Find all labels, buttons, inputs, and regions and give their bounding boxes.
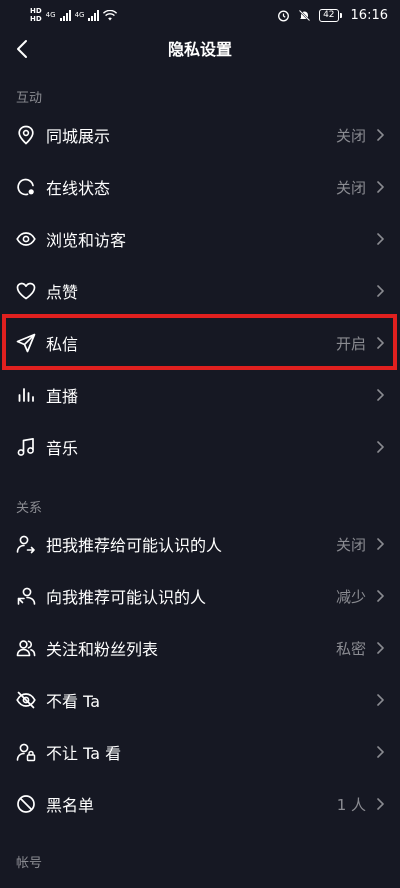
- setting-row-follow-fans-list[interactable]: 关注和粉丝列表 私密: [0, 622, 400, 674]
- setting-label: 同城展示: [46, 127, 111, 146]
- location-pin-icon: [16, 125, 36, 145]
- signal-icon: [59, 9, 71, 21]
- user-share-icon: [16, 534, 36, 554]
- setting-label: 直播: [46, 387, 79, 406]
- chevron-right-icon: [377, 642, 384, 654]
- setting-row-nearby[interactable]: 同城展示 关闭: [0, 109, 400, 161]
- page-title: 隐私设置: [167, 40, 232, 59]
- setting-row-browse-visitors[interactable]: 浏览和访客: [0, 213, 400, 265]
- setting-label: 黑名单: [46, 796, 95, 815]
- chevron-right-icon: [377, 337, 384, 349]
- chevron-right-icon: [377, 590, 384, 602]
- chevron-right-icon: [377, 285, 384, 297]
- network-type-2: 4G: [74, 11, 85, 19]
- setting-value: 关闭: [335, 126, 366, 145]
- signal-2-icon: [88, 9, 100, 21]
- chevron-right-icon: [377, 538, 384, 550]
- setting-row-music[interactable]: 音乐: [0, 421, 400, 473]
- setting-label: 向我推荐可能认识的人: [46, 588, 207, 607]
- setting-row-live[interactable]: 直播: [0, 369, 400, 421]
- user-recommend-icon: [16, 586, 36, 606]
- clock: 16:16: [350, 7, 388, 23]
- setting-row-hide-their-posts[interactable]: 不看 Ta: [0, 674, 400, 726]
- setting-label: 私信: [46, 335, 79, 354]
- setting-row-blacklist[interactable]: 黑名单 1 人: [0, 778, 400, 830]
- setting-row-likes[interactable]: 点赞: [0, 265, 400, 317]
- status-right: 42 16:16: [277, 8, 388, 23]
- mute-bell-icon: [298, 9, 311, 21]
- wifi-icon: [103, 9, 118, 20]
- send-icon: [16, 333, 36, 353]
- setting-label: 点赞: [46, 283, 79, 302]
- setting-row-hide-my-posts[interactable]: 不让 Ta 看: [0, 726, 400, 778]
- setting-value: 关闭: [335, 178, 366, 197]
- setting-value: 减少: [335, 587, 366, 606]
- music-note-icon: [16, 437, 36, 457]
- setting-label: 在线状态: [46, 179, 111, 198]
- section-header-account: 帐号: [16, 856, 43, 871]
- setting-row-messages[interactable]: 私信 开启: [0, 317, 400, 369]
- eye-off-icon: [16, 690, 36, 710]
- section-header-interaction: 互动: [16, 91, 43, 106]
- setting-value: 私密: [335, 639, 366, 658]
- setting-label: 浏览和访客: [46, 231, 127, 250]
- heart-icon: [16, 281, 36, 301]
- chevron-right-icon: [377, 746, 384, 758]
- users-icon: [16, 638, 36, 658]
- online-status-icon: [16, 177, 36, 197]
- setting-label: 音乐: [46, 439, 79, 458]
- setting-row-recommend-to-me[interactable]: 向我推荐可能认识的人 减少: [0, 570, 400, 622]
- user-lock-icon: [16, 742, 36, 762]
- setting-value: 关闭: [335, 535, 366, 554]
- setting-value: 开启: [335, 334, 366, 353]
- block-icon: [16, 794, 36, 814]
- eye-icon: [16, 229, 36, 249]
- back-arrow-icon[interactable]: [12, 38, 34, 60]
- hd-indicator: HD HD: [30, 7, 42, 23]
- setting-label: 把我推荐给可能认识的人: [46, 536, 223, 555]
- section-header-relationships: 关系: [16, 501, 43, 516]
- battery-icon: 42: [319, 8, 343, 22]
- setting-label: 不看 Ta: [46, 692, 101, 711]
- chevron-right-icon: [377, 233, 384, 245]
- chevron-right-icon: [377, 181, 384, 193]
- alarm-icon: [278, 10, 290, 21]
- live-bars-icon: [16, 385, 36, 405]
- setting-row-online-status[interactable]: 在线状态 关闭: [0, 161, 400, 213]
- status-bar: HD HD 4G 4G 42 16:16: [0, 0, 400, 30]
- nav-bar: 隐私设置: [0, 30, 400, 66]
- setting-value: 1 人: [336, 795, 366, 814]
- status-left: HD HD 4G 4G: [30, 7, 118, 23]
- setting-label: 不让 Ta 看: [46, 744, 122, 763]
- chevron-right-icon: [377, 389, 384, 401]
- setting-row-recommend-me[interactable]: 把我推荐给可能认识的人 关闭: [0, 518, 400, 570]
- chevron-right-icon: [377, 798, 384, 810]
- setting-label: 关注和粉丝列表: [46, 640, 159, 659]
- chevron-right-icon: [377, 441, 384, 453]
- chevron-right-icon: [377, 129, 384, 141]
- network-type: 4G: [45, 11, 56, 19]
- chevron-right-icon: [377, 694, 384, 706]
